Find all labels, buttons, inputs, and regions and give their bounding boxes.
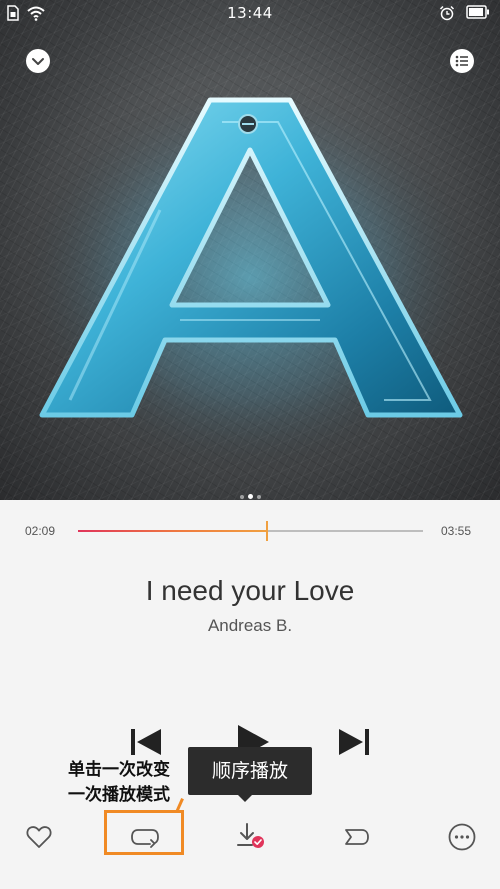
total-time: 03:55 xyxy=(441,524,472,538)
download-icon[interactable] xyxy=(236,822,266,850)
playlist-icon xyxy=(455,55,468,67)
repeat-mode-icon[interactable] xyxy=(130,826,160,848)
music-player-screen: 13:44 02:09 03:55 I need your Love Andre… xyxy=(0,0,500,889)
previous-icon[interactable] xyxy=(130,728,162,756)
battery-icon xyxy=(466,5,489,19)
more-icon[interactable] xyxy=(448,823,476,851)
song-title: I need your Love xyxy=(145,575,355,606)
progress-bar[interactable] xyxy=(78,521,423,541)
song-artist[interactable]: Andreas B. xyxy=(0,616,500,636)
collapse-button[interactable] xyxy=(26,49,50,73)
status-bar: 13:44 xyxy=(0,0,500,28)
chevron-down-icon xyxy=(32,58,44,65)
play-mode-tooltip: 顺序播放 xyxy=(188,747,312,795)
page-dot-active xyxy=(247,494,253,499)
alarm-clock-icon xyxy=(439,5,455,21)
page-dot xyxy=(256,495,261,499)
progress-thumb[interactable] xyxy=(266,521,269,541)
album-art[interactable]: 13:44 xyxy=(0,0,500,500)
next-icon[interactable] xyxy=(338,728,370,756)
annotation-line-1: 单击一次改变 xyxy=(68,760,170,780)
page-dot xyxy=(239,495,244,499)
progress-fill xyxy=(78,530,268,532)
page-indicator xyxy=(0,484,500,500)
share-icon[interactable] xyxy=(342,826,370,848)
heart-icon[interactable] xyxy=(26,825,52,849)
album-art-letter-a xyxy=(20,70,480,470)
status-time: 13:44 xyxy=(227,4,273,22)
playlist-button[interactable] xyxy=(450,49,474,73)
tooltip-tail xyxy=(238,795,252,802)
annotation-line-2: 一次播放模式 xyxy=(68,785,170,805)
elapsed-time: 02:09 xyxy=(25,524,56,538)
annotation-text: 单击一次改变 一次播放模式 xyxy=(68,758,170,808)
